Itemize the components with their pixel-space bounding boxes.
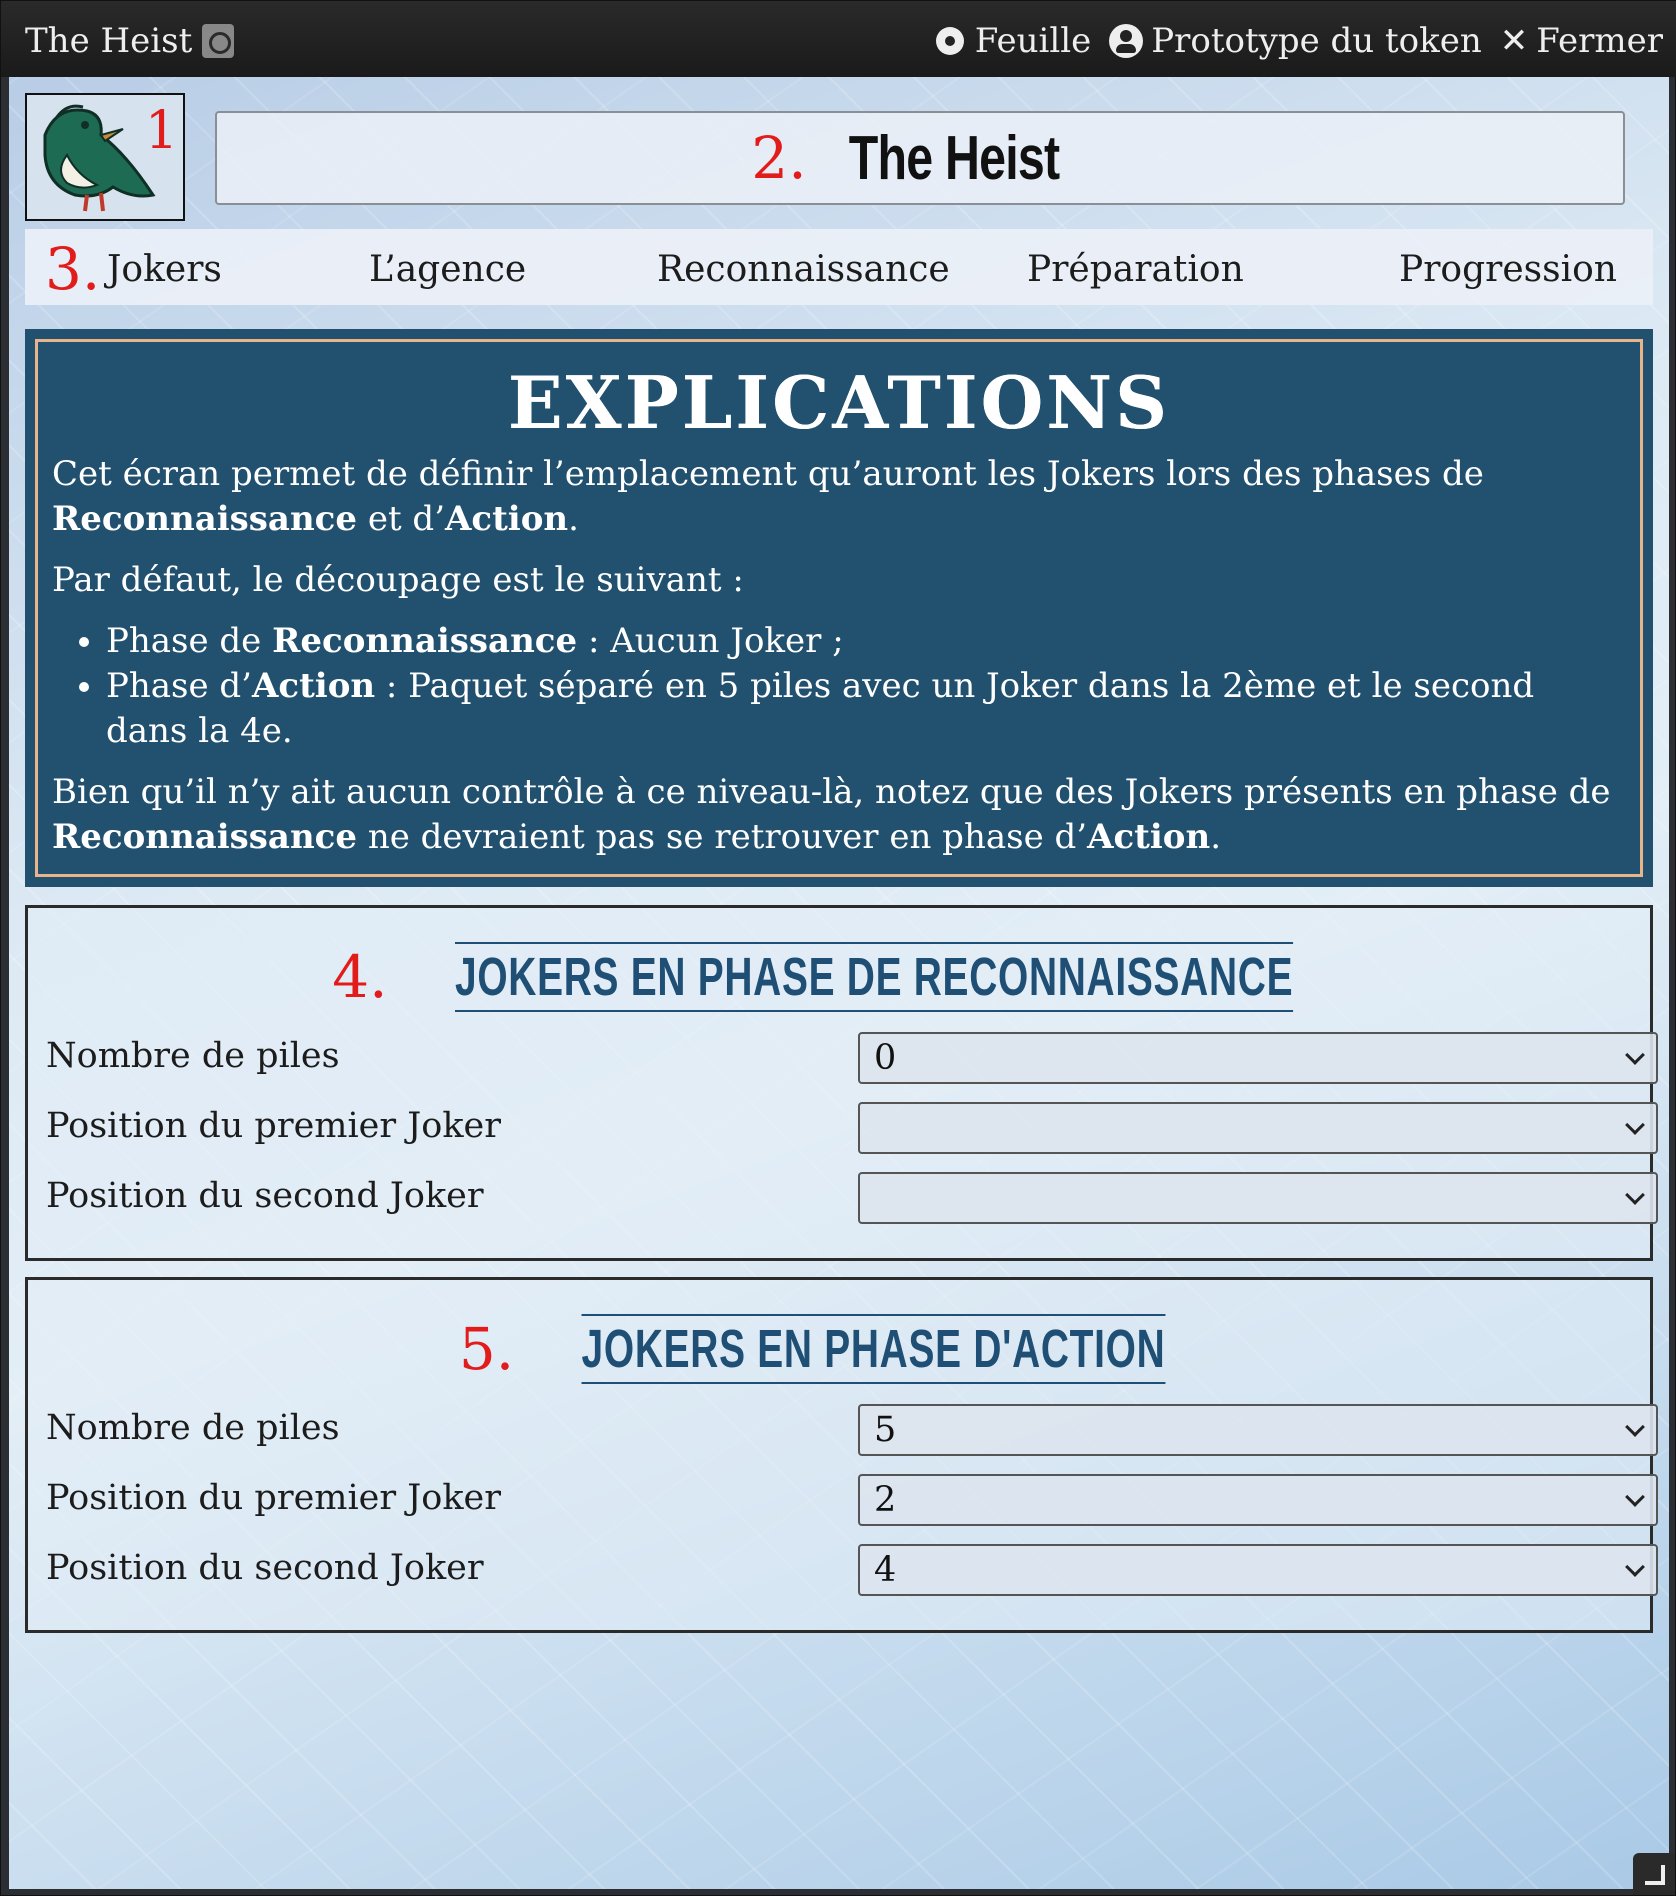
bold-text: Action	[1087, 817, 1211, 857]
text: .	[1210, 817, 1221, 857]
chevron-down-icon	[1625, 1185, 1645, 1205]
token-prototype-button[interactable]: Prototype du token	[1109, 21, 1482, 61]
bold-text: Action	[252, 666, 376, 706]
action-second-joker-row: Position du second Joker 4	[46, 1544, 1658, 1596]
annotation-4: 4.	[332, 943, 388, 1011]
window-header[interactable]: The Heist Feuille Prototype du token ✕ F…	[1, 1, 1676, 77]
recon-section-header: 4. JOKERS EN PHASE DE RECONNAISSANCE	[28, 942, 1650, 1012]
tab-jokers[interactable]: Jokers	[107, 249, 222, 290]
action-second-joker-label: Position du second Joker	[46, 1548, 484, 1588]
annotation-1: 1.	[145, 101, 183, 161]
actor-name: The Heist	[848, 123, 1059, 193]
recon-second-joker-label: Position du second Joker	[46, 1176, 484, 1216]
window-title: The Heist	[25, 21, 235, 61]
action-piles-label: Nombre de piles	[46, 1408, 340, 1448]
explanation-panel: EXPLICATIONS Cet écran permet de définir…	[25, 329, 1653, 887]
action-second-joker-select[interactable]: 4	[858, 1544, 1658, 1596]
user-circle-icon	[1109, 24, 1144, 58]
annotation-5: 5.	[458, 1315, 515, 1383]
text: ne devraient pas se retrouver en phase d…	[357, 817, 1088, 857]
select-value: 5	[874, 1410, 897, 1450]
sheet-window: The Heist Feuille Prototype du token ✕ F…	[0, 0, 1676, 1896]
annotation-2: 2.	[751, 124, 807, 192]
sheet-content: 1. 2. The Heist 3. Jokers L’agence Recon…	[9, 77, 1669, 1889]
window-controls: Feuille Prototype du token ✕ Fermer	[933, 21, 1663, 61]
tab-progression[interactable]: Progression	[1399, 249, 1617, 290]
explanation-paragraph-3: Bien qu’il n’y ait aucun contrôle à ce n…	[52, 770, 1626, 860]
chevron-down-icon	[1625, 1115, 1645, 1135]
explanation-paragraph-1: Cet écran permet de définir l’emplacemen…	[52, 452, 1626, 542]
text: Cet écran permet de définir l’emplacemen…	[52, 454, 1484, 494]
resize-handle-icon[interactable]	[1633, 1853, 1675, 1895]
chevron-down-icon	[1625, 1487, 1645, 1507]
actor-image[interactable]: 1.	[25, 93, 185, 221]
recon-first-joker-label: Position du premier Joker	[46, 1106, 501, 1146]
recon-second-joker-row: Position du second Joker	[46, 1172, 1658, 1224]
recon-first-joker-row: Position du premier Joker	[46, 1102, 1658, 1154]
recon-piles-label: Nombre de piles	[46, 1036, 340, 1076]
text: Bien qu’il n’y ait aucun contrôle à ce n…	[52, 772, 1611, 812]
action-first-joker-label: Position du premier Joker	[46, 1478, 501, 1518]
window-title-text: The Heist	[25, 21, 193, 61]
chevron-down-icon	[1625, 1045, 1645, 1065]
recon-second-joker-select[interactable]	[858, 1172, 1658, 1224]
bold-text: Reconnaissance	[52, 499, 358, 539]
action-piles-row: Nombre de piles 5	[46, 1404, 1658, 1456]
bold-text: Action	[445, 499, 569, 539]
tab-bar: 3. Jokers L’agence Reconnaissance Prépar…	[25, 229, 1653, 305]
select-value: 0	[874, 1038, 897, 1078]
recon-piles-select[interactable]: 0	[858, 1032, 1658, 1084]
recon-first-joker-select[interactable]	[858, 1102, 1658, 1154]
list-item: Phase de Reconnaissance : Aucun Joker ;	[106, 619, 1626, 664]
gear-icon	[933, 24, 967, 58]
text: .	[568, 499, 579, 539]
text: Phase d’	[106, 666, 252, 706]
token-prototype-label: Prototype du token	[1151, 21, 1482, 61]
chevron-down-icon	[1625, 1417, 1645, 1437]
chevron-down-icon	[1625, 1557, 1645, 1577]
action-section-header: 5. JOKERS EN PHASE D'ACTION	[28, 1314, 1650, 1384]
tab-preparation[interactable]: Préparation	[1027, 249, 1244, 290]
action-piles-select[interactable]: 5	[858, 1404, 1658, 1456]
explanation-inner: EXPLICATIONS Cet écran permet de définir…	[35, 339, 1643, 877]
close-button[interactable]: ✕ Fermer	[1500, 21, 1663, 61]
action-jokers-section: 5. JOKERS EN PHASE D'ACTION Nombre de pi…	[25, 1277, 1658, 1633]
select-value: 4	[874, 1550, 897, 1590]
action-first-joker-select[interactable]: 2	[858, 1474, 1658, 1526]
explanation-title: EXPLICATIONS	[507, 360, 1171, 445]
annotation-3: 3.	[45, 235, 101, 303]
sheet-config-button[interactable]: Feuille	[933, 21, 1092, 61]
recon-jokers-section: 4. JOKERS EN PHASE DE RECONNAISSANCE Nom…	[25, 905, 1658, 1261]
close-label: Fermer	[1536, 21, 1663, 61]
close-icon: ✕	[1499, 21, 1529, 61]
list-item: Phase d’Action : Paquet séparé en 5 pile…	[106, 664, 1626, 754]
explanation-list: Phase de Reconnaissance : Aucun Joker ; …	[106, 619, 1626, 754]
tab-agence[interactable]: L’agence	[369, 249, 526, 290]
recon-piles-row: Nombre de piles 0	[46, 1032, 1658, 1084]
bold-text: Reconnaissance	[52, 817, 358, 857]
sheet-config-label: Feuille	[974, 21, 1092, 61]
tab-reconnaissance[interactable]: Reconnaissance	[657, 249, 950, 290]
action-section-title: JOKERS EN PHASE D'ACTION	[581, 1314, 1166, 1384]
text: Phase de	[106, 621, 273, 661]
select-value: 2	[874, 1480, 897, 1520]
recon-section-title: JOKERS EN PHASE DE RECONNAISSANCE	[454, 942, 1293, 1012]
bold-text: Reconnaissance	[272, 621, 578, 661]
actor-name-field[interactable]: 2. The Heist	[215, 111, 1625, 205]
text: et d’	[357, 499, 446, 539]
document-id-icon[interactable]	[202, 24, 235, 58]
text: : Aucun Joker ;	[577, 621, 844, 661]
explanation-paragraph-2: Par défaut, le découpage est le suivant …	[52, 560, 744, 600]
action-first-joker-row: Position du premier Joker 2	[46, 1474, 1658, 1526]
